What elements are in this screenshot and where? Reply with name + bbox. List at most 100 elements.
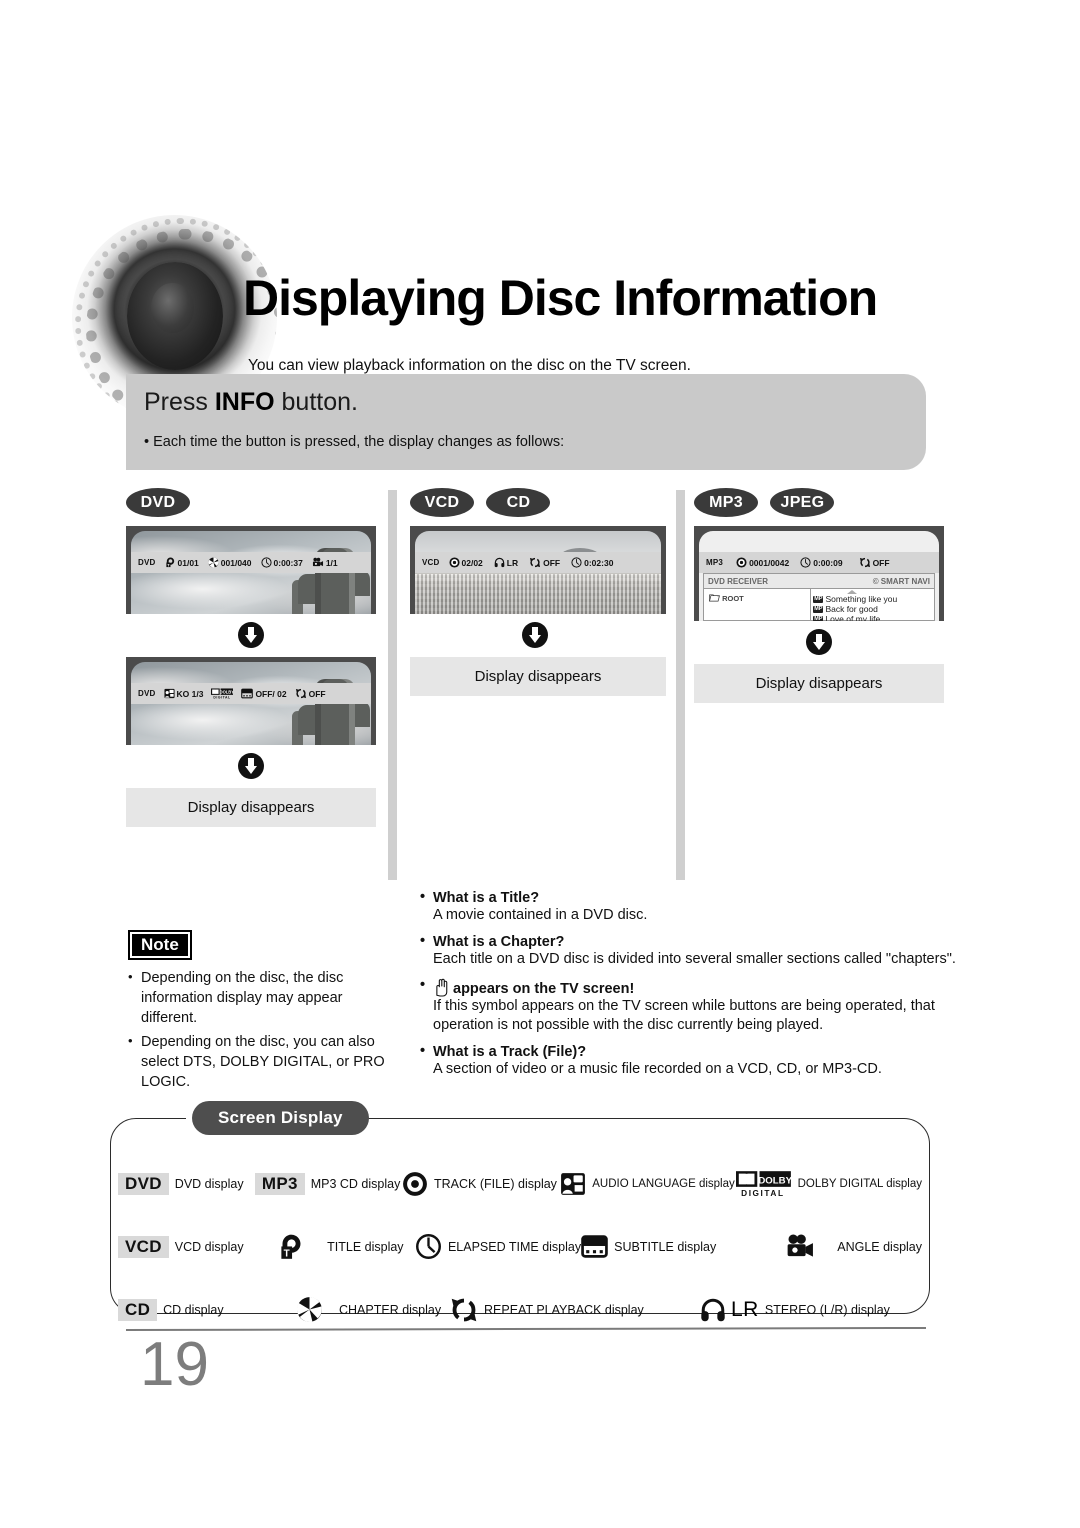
legend-row: DVD DVD display MP3 MP3 CD display TRACK… (118, 1152, 922, 1215)
osd-disc-label: DVD (138, 558, 156, 567)
audio-language-icon (561, 1172, 586, 1195)
legend-label: TRACK (FILE) display (433, 1176, 557, 1191)
flow-column-vcd-cd: VCD CD VCD 02/02 LR OFF 0:02:30 Display … (410, 488, 666, 696)
legend-item-dolby: DOLBY DIGITAL DOLBY DIGITAL display (735, 1170, 922, 1197)
mp3-file-icon: MP (813, 595, 824, 603)
column-divider-1 (388, 490, 397, 880)
subtitle-icon (581, 1235, 608, 1258)
legend-label: ELAPSED TIME display (447, 1239, 582, 1254)
page-subtitle: You can view playback information on the… (248, 357, 691, 374)
angle-icon (787, 1234, 814, 1257)
folder-icon (709, 594, 720, 602)
tv-screenshot-dvd-2: DVD KO 1/3 DOLBY DIGITAL OFF/ 02 OFF (126, 657, 376, 745)
osd-field-chapter: 001/040 (208, 557, 252, 568)
list-item[interactable]: MP Love of my life (813, 614, 934, 621)
osd-bar-dvd-2: DVD KO 1/3 DOLBY DIGITAL OFF/ 02 OFF (131, 683, 371, 704)
osd-field-time: 0:00:09 (800, 557, 843, 568)
page-number: 19 (140, 1330, 209, 1399)
elapsed-time-icon (260, 557, 272, 568)
elapsed-time-icon (800, 557, 811, 568)
navi-header: DVD RECEIVER © SMART NAVI (704, 574, 934, 589)
smart-navi-panel: DVD RECEIVER © SMART NAVI ROOT MP Someth… (703, 573, 935, 621)
track-name: Something like you (825, 594, 898, 604)
navi-folder-pane[interactable]: ROOT (704, 589, 812, 620)
osd-disc-label: MP3 (706, 558, 724, 567)
osd-value: 0:00:37 (273, 557, 303, 568)
flow-column-dvd: DVD DVD T 01/01 001/040 0:00:37 1/1 DVD … (126, 488, 376, 827)
osd-field-subtitle: OFF/ 02 (241, 688, 287, 699)
osd-field-dolby: DOLBY DIGITAL (211, 688, 234, 699)
repeat-icon (451, 1298, 477, 1321)
legend-item-mp3: MP3 MP3 CD display (254, 1172, 402, 1195)
press-info-bullet: • Each time the button is pressed, the d… (144, 434, 565, 450)
osd-field-time: 0:00:37 (260, 557, 303, 568)
disc-badge: CD (486, 488, 551, 517)
legend-item-audio-language: AUDIO LANGUAGE display (560, 1171, 735, 1197)
note-list: Depending on the disc, the disc informat… (128, 967, 400, 1092)
osd-field-title: T 01/01 (165, 557, 199, 568)
note-item: Depending on the disc, the disc informat… (128, 967, 400, 1028)
faq-answer: Each title on a DVD disc is divided into… (433, 951, 956, 967)
vcd-chip-icon: VCD (118, 1235, 169, 1258)
osd-field-repeat: OFF (295, 688, 326, 699)
track-icon (736, 557, 747, 568)
legend-label: SUBTITLE display (614, 1239, 717, 1254)
faq-answer: If this symbol appears on the TV screen … (433, 998, 935, 1033)
osd-value: 001/040 (220, 557, 252, 568)
note-section: Note Depending on the disc, the disc inf… (128, 930, 400, 1096)
legend-label: DVD display (174, 1176, 244, 1191)
flow-arrow-mp3 (694, 629, 944, 660)
dolby-digital-icon: DOLBY DIGITAL (735, 1171, 792, 1197)
dvd-chip-icon: DVD (118, 1172, 169, 1195)
list-item[interactable]: MP Back for good (813, 604, 934, 614)
stereo-lr-text: LR (731, 1297, 759, 1321)
legend-item-repeat: REPEAT PLAYBACK display (450, 1297, 700, 1323)
osd-value: 0:02:30 (584, 557, 614, 568)
screen-display-tab: Screen Display (192, 1101, 369, 1135)
display-disappears-dvd: Display disappears (126, 788, 376, 827)
faq-section: What is a Title? A movie contained in a … (420, 889, 960, 1079)
navi-track-pane[interactable]: MP Something like you MP Back for good M… (811, 589, 934, 621)
navi-brand: © SMART NAVI (872, 576, 930, 586)
track-icon (403, 1171, 427, 1196)
osd-disc-label: VCD (422, 558, 440, 567)
title-icon: T (281, 1234, 301, 1259)
navi-title: DVD RECEIVER (708, 576, 769, 586)
osd-value: OFF (543, 557, 561, 568)
faq-question: What is a Chapter? (420, 933, 960, 950)
prohibited-hand-icon (436, 978, 448, 997)
osd-field-track: 02/02 (448, 557, 483, 568)
flow-arrow-dvd-2 (126, 753, 376, 784)
osd-value: 0001/0042 (749, 557, 790, 568)
dolby-digital-icon: DOLBY DIGITAL (211, 688, 234, 699)
list-item[interactable]: MP Something like you (813, 594, 934, 604)
subtitle-icon (241, 688, 254, 699)
legend-item-subtitle: SUBTITLE display (581, 1234, 763, 1259)
column-divider-2 (676, 490, 685, 880)
navi-folder-label: ROOT (722, 594, 744, 603)
tv-screenshot-dvd-1: DVD T 01/01 001/040 0:00:37 1/1 (126, 526, 376, 614)
osd-bar-dvd-1: DVD T 01/01 001/040 0:00:37 1/1 (131, 552, 371, 573)
legend-item-vcd: VCD VCD display (118, 1235, 260, 1258)
osd-value: 0:00:09 (813, 557, 843, 568)
osd-field-stereo: LR (494, 557, 518, 568)
tv-screenshot-mp3: MP3 0001/0042 0:00:09 OFF DVD RECEIVER ©… (694, 526, 944, 621)
osd-field-angle: 1/1 (312, 557, 338, 568)
legend-item-track: TRACK (FILE) display (402, 1171, 560, 1197)
disc-badge: DVD (126, 488, 190, 517)
repeat-icon (859, 557, 870, 568)
legend-item-chapter: CHAPTER display (278, 1296, 450, 1323)
legend-item-title: T TITLE display (260, 1233, 415, 1261)
note-tag: Note (128, 930, 192, 960)
elapsed-time-icon (415, 1234, 441, 1259)
legend-item-elapsed-time: ELAPSED TIME display (415, 1233, 581, 1260)
osd-value: 01/01 (177, 557, 199, 568)
legend-label: TITLE display (327, 1239, 404, 1254)
legend-label: VCD display (174, 1239, 244, 1254)
tv-screenshot-vcd: VCD 02/02 LR OFF 0:02:30 (410, 526, 666, 614)
chapter-icon (296, 1296, 322, 1323)
audio-language-icon (163, 688, 175, 699)
track-name: Back for good (825, 604, 878, 614)
flow-column-mp3-jpeg: MP3 JPEG MP3 0001/0042 0:00:09 OFF DVD R… (694, 488, 944, 703)
svg-text:T: T (284, 1248, 290, 1259)
